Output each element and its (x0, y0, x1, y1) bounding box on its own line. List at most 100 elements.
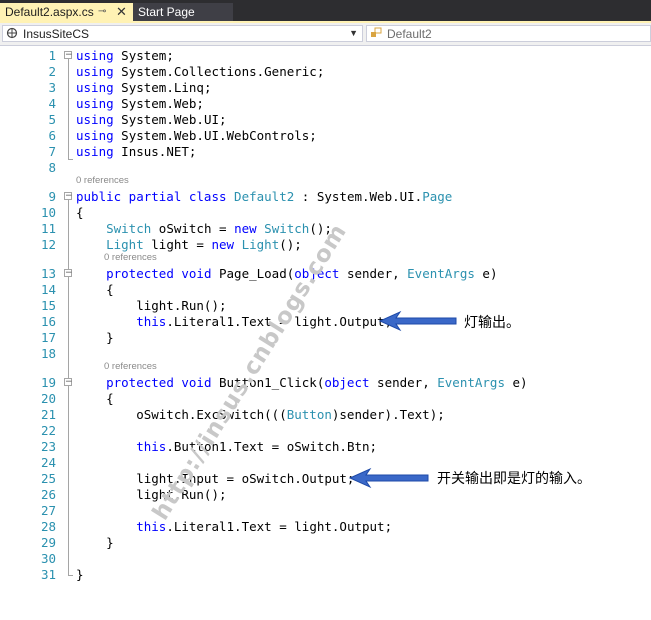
code-token: System.Collections.Generic; (113, 64, 325, 79)
collapse-icon[interactable]: − (64, 51, 73, 60)
keyword-token: using (76, 112, 114, 127)
type-token: Switch (264, 221, 310, 236)
code-text: { (76, 205, 84, 221)
code-line[interactable]: 30 (0, 551, 651, 567)
code-lens-page-load[interactable]: 0 references (104, 252, 157, 263)
member-dropdown-value: Default2 (387, 27, 432, 41)
code-token: System.Web.UI; (113, 112, 227, 127)
line-number: 23 (40, 439, 56, 454)
code-token: Page_Load( (211, 266, 295, 281)
code-token: { (76, 282, 114, 297)
code-text: this.Literal1.Text = light.Output; (76, 519, 392, 535)
pin-icon[interactable]: ⊸ (98, 6, 106, 17)
code-line[interactable]: 3 using System.Linq; (0, 80, 651, 96)
code-token: System.Web.UI.WebControls; (113, 128, 317, 143)
code-line[interactable]: 28 this.Literal1.Text = light.Output; (0, 519, 651, 535)
code-line[interactable]: 8 (0, 160, 651, 176)
close-icon[interactable]: ✕ (116, 4, 127, 20)
code-text: light.Input = oSwitch.Output; (76, 471, 354, 487)
code-token: System.Web; (113, 96, 204, 111)
code-line[interactable]: 23 this.Button1.Text = oSwitch.Btn; (0, 439, 651, 455)
code-line[interactable]: 26 light.Run(); (0, 487, 651, 503)
code-token: oSwitch.ExcSwitch((( (76, 407, 287, 422)
code-line[interactable]: 5 using System.Web.UI; (0, 112, 651, 128)
code-text: using System.Linq; (76, 80, 211, 96)
code-line[interactable]: 4 using System.Web; (0, 96, 651, 112)
tab-default2-aspx-cs[interactable]: Default2.aspx.cs ⊸ ✕ (0, 3, 133, 23)
namespace-icon (6, 27, 18, 42)
keyword-token: using (76, 48, 114, 63)
keyword-token: using (76, 128, 114, 143)
member-dropdown[interactable]: Default2 (366, 25, 651, 42)
line-number: 24 (40, 455, 56, 470)
type-token: Switch (106, 221, 152, 236)
code-token: { (76, 391, 114, 406)
code-token: light = (143, 237, 212, 252)
code-line[interactable]: 29 } (0, 535, 651, 551)
code-token: light.Input = oSwitch.Output; (76, 471, 355, 486)
code-text: Switch oSwitch = new Switch(); (76, 221, 332, 237)
code-line[interactable]: 15 light.Run(); (0, 298, 651, 314)
code-token: System.Linq; (113, 80, 212, 95)
project-dropdown-value: InsusSiteCS (23, 27, 90, 41)
keyword-token: this (136, 519, 167, 534)
collapse-icon[interactable]: − (64, 192, 73, 201)
line-number: 11 (40, 221, 56, 236)
code-line[interactable]: 27 (0, 503, 651, 519)
code-line[interactable]: 16 this.Literal1.Text = light.Output; (0, 314, 651, 330)
keyword-token: protected void (106, 266, 212, 281)
keyword-token: this (136, 439, 167, 454)
line-number: 10 (40, 205, 56, 220)
code-text: this.Button1.Text = oSwitch.Btn; (76, 439, 377, 455)
code-lens-button1-click[interactable]: 0 references (104, 361, 157, 372)
type-token: EventArgs (437, 375, 505, 390)
tab-start-page[interactable]: Start Page (133, 3, 233, 23)
code-line[interactable]: 17 } (0, 330, 651, 346)
code-line[interactable]: 21 oSwitch.ExcSwitch(((Button)sender).Te… (0, 407, 651, 423)
code-line[interactable]: 31} (0, 567, 651, 583)
code-text: using System.Web.UI; (76, 112, 227, 128)
keyword-token: using (76, 80, 114, 95)
code-lens-class[interactable]: 0 references (76, 175, 129, 186)
project-dropdown[interactable]: InsusSiteCS ▼ (2, 25, 363, 42)
code-text: protected void Page_Load(object sender, … (76, 266, 497, 282)
code-text: using System.Collections.Generic; (76, 64, 324, 80)
keyword-token: new (234, 221, 265, 236)
collapse-icon[interactable]: − (64, 269, 73, 278)
line-number: 25 (40, 471, 56, 486)
code-line[interactable]: 1− using System; (0, 48, 651, 64)
keyword-token: using (76, 64, 114, 79)
code-editor[interactable]: 0 references 0 references 0 references 1… (0, 46, 651, 620)
code-text: using System; (76, 48, 174, 64)
line-number: 6 (48, 128, 56, 143)
code-line[interactable]: 7 using Insus.NET; (0, 144, 651, 160)
code-line[interactable]: 10 { (0, 205, 651, 221)
code-line[interactable]: 14 { (0, 282, 651, 298)
code-line[interactable]: 18 (0, 346, 651, 362)
line-number: 22 (40, 423, 56, 438)
line-number: 17 (40, 330, 56, 345)
code-text: { (76, 391, 114, 407)
code-text: light.Run(); (76, 298, 226, 314)
line-number: 1 (48, 48, 56, 63)
keyword-token: this (136, 314, 167, 329)
code-line[interactable]: 2 using System.Collections.Generic; (0, 64, 651, 80)
code-line[interactable]: 22 (0, 423, 651, 439)
line-number: 8 (48, 160, 56, 175)
code-line[interactable]: 6 using System.Web.UI.WebControls; (0, 128, 651, 144)
tab-label: Default2.aspx.cs (5, 5, 94, 19)
code-token: sender, (339, 266, 408, 281)
type-token: Default2 (234, 189, 295, 204)
collapse-icon[interactable]: − (64, 378, 73, 387)
annotation-switch-output: 开关输出即是灯的输入。 (437, 471, 591, 487)
code-token: e) (504, 375, 528, 390)
line-number: 4 (48, 96, 56, 111)
code-line[interactable]: 9− public partial class Default2 : System… (0, 189, 651, 205)
code-token: )sender).Text); (331, 407, 445, 422)
code-token: } (76, 535, 114, 550)
code-line[interactable]: 20 { (0, 391, 651, 407)
code-line[interactable]: 19− protected void Button1_Click(object … (0, 375, 651, 391)
